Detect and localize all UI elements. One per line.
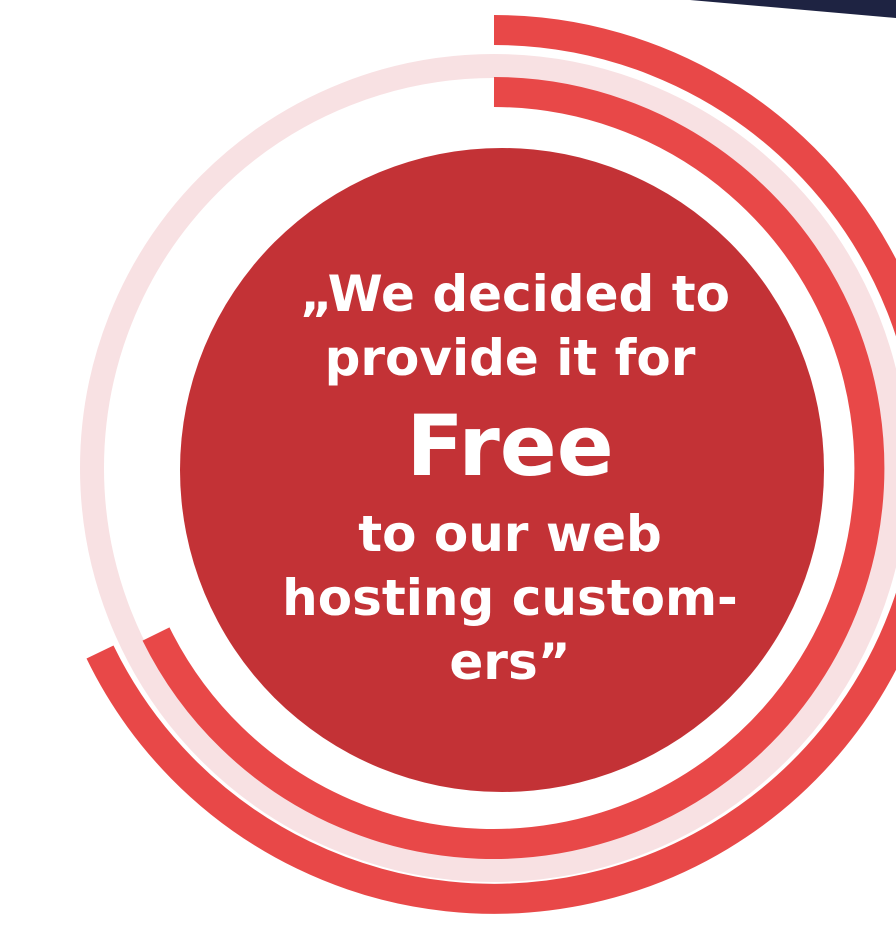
quote-line-5: ers” bbox=[449, 633, 571, 691]
quote-highlight: Free bbox=[406, 397, 614, 495]
quote-text: „We decided to provide it for Free to ou… bbox=[180, 262, 840, 694]
quote-line-2: provide it for bbox=[324, 329, 696, 387]
quote-graphic: „We decided to provide it for Free to ou… bbox=[0, 0, 896, 936]
quote-line-4: hosting custom- bbox=[282, 569, 738, 627]
navy-corner-shape bbox=[690, 0, 896, 18]
quote-line-1: „We decided to bbox=[300, 265, 730, 323]
quote-line-3: to our web bbox=[358, 505, 662, 563]
